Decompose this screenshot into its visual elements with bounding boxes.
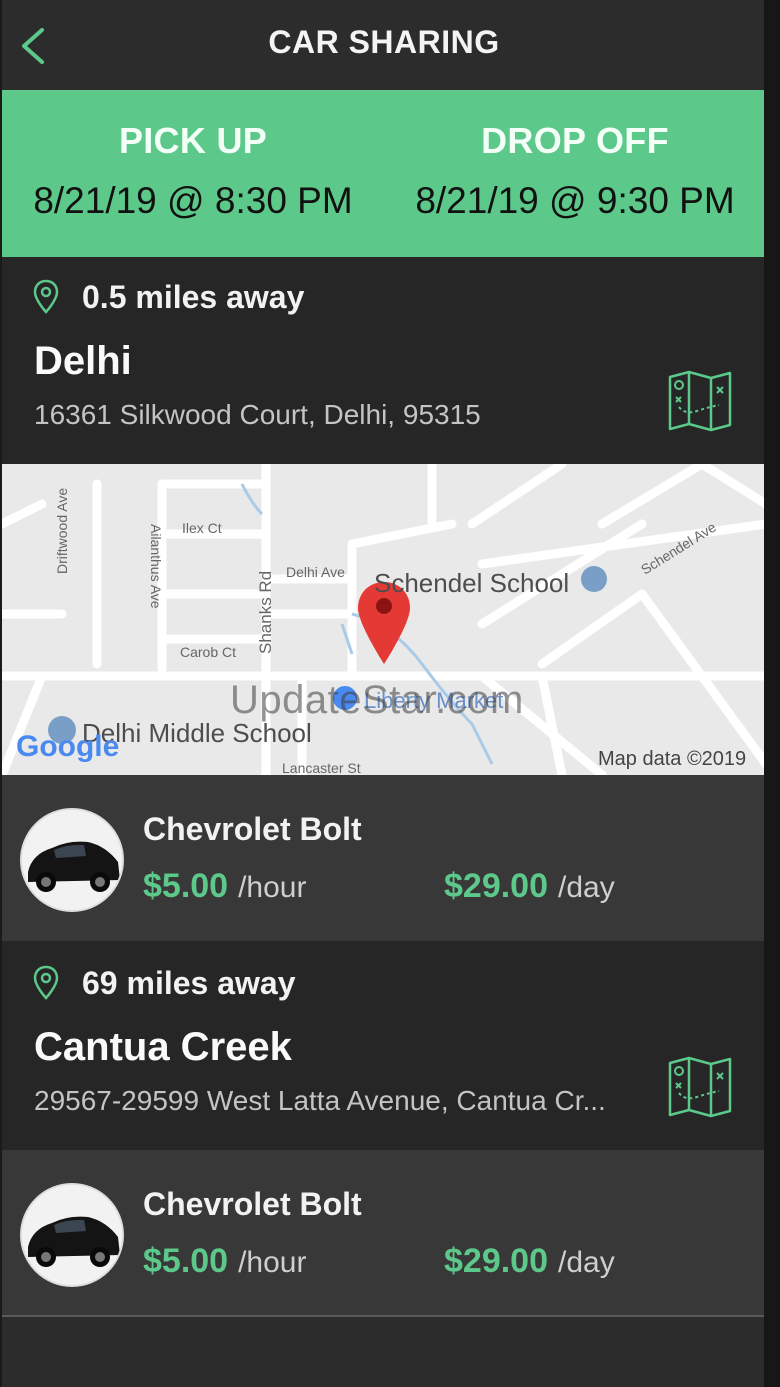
car-name: Chevrolet Bolt xyxy=(143,1186,362,1222)
daily-price: $29.00/day xyxy=(444,1242,615,1281)
watermark: UpdateStar.com xyxy=(230,678,524,722)
car-row[interactable]: Chevrolet Bolt $5.00/hour $29.00/day xyxy=(2,775,766,941)
nav-header: CAR SHARING xyxy=(2,0,766,90)
car-image xyxy=(22,810,122,910)
distance-text: 0.5 miles away xyxy=(82,278,305,315)
daily-price-value: $29.00 xyxy=(444,867,548,905)
hourly-price: $5.00/hour xyxy=(143,867,306,906)
map-school-label: Schendel School xyxy=(374,568,570,598)
map-street-label: Ailanthus Ave xyxy=(148,524,164,609)
pickup-block[interactable]: PICK UP 8/21/19 @ 8:30 PM xyxy=(2,120,384,222)
car-row[interactable]: Chevrolet Bolt $5.00/hour $29.00/day xyxy=(2,1150,766,1316)
screen-edge xyxy=(764,0,780,1387)
car-sharing-screen: CAR SHARING PICK UP 8/21/19 @ 8:30 PM DR… xyxy=(0,0,766,1387)
location-section: 69 miles away Cantua Creek 29567-29599 W… xyxy=(2,941,766,1150)
distance-row: 0.5 miles away xyxy=(32,277,304,317)
map-street-label: Lancaster St xyxy=(282,760,361,775)
map-icon[interactable] xyxy=(667,1055,733,1119)
google-logo: Google xyxy=(16,730,120,763)
car-image xyxy=(22,1185,122,1285)
car-name: Chevrolet Bolt xyxy=(143,811,362,847)
pickup-label: PICK UP xyxy=(118,120,268,161)
page-title: CAR SHARING xyxy=(268,24,500,60)
map-street-label: Ilex Ct xyxy=(182,520,222,536)
map-copyright: Map data ©2019 xyxy=(598,748,747,770)
hourly-price-value: $5.00 xyxy=(143,1242,229,1280)
car-thumbnail xyxy=(20,1183,124,1287)
car-thumbnail xyxy=(20,808,124,912)
location-pin-icon xyxy=(33,279,59,314)
daily-price-unit: /day xyxy=(558,871,615,904)
location-city: Cantua Creek xyxy=(34,1025,292,1069)
dropoff-label: DROP OFF xyxy=(481,120,669,161)
location-map[interactable]: Driftwood Ave Ailanthus Ave Ilex Ct Shan… xyxy=(2,464,766,775)
list-divider xyxy=(2,1315,766,1317)
location-address: 16361 Silkwood Court, Delhi, 95315 xyxy=(34,399,481,430)
distance-text: 69 miles away xyxy=(82,964,296,1001)
distance-row: 69 miles away xyxy=(32,963,295,1003)
dropoff-time: 8/21/19 @ 9:30 PM xyxy=(415,180,735,221)
daily-price-unit: /day xyxy=(558,1246,615,1279)
hourly-price-unit: /hour xyxy=(238,871,307,904)
daily-price-value: $29.00 xyxy=(444,1242,548,1280)
pickup-time: 8/21/19 @ 8:30 PM xyxy=(33,180,353,221)
map-street-label: Driftwood Ave xyxy=(54,487,70,574)
daily-price: $29.00/day xyxy=(444,867,615,906)
map-street-label: Carob Ct xyxy=(180,644,237,660)
map-street-label: Delhi Ave xyxy=(286,564,345,580)
location-address: 29567-29599 West Latta Avenue, Cantua Cr… xyxy=(34,1085,606,1116)
location-city: Delhi xyxy=(34,339,132,383)
location-pin-icon xyxy=(33,965,59,1000)
booking-times-banner[interactable]: PICK UP 8/21/19 @ 8:30 PM DROP OFF 8/21/… xyxy=(2,90,766,257)
map-icon[interactable] xyxy=(667,369,733,433)
location-section: 0.5 miles away Delhi 16361 Silkwood Cour… xyxy=(2,257,766,464)
hourly-price-unit: /hour xyxy=(238,1246,307,1279)
dropoff-block[interactable]: DROP OFF 8/21/19 @ 9:30 PM xyxy=(384,120,766,222)
hourly-price-value: $5.00 xyxy=(143,867,229,905)
map-street-label: Shanks Rd xyxy=(256,570,275,654)
hourly-price: $5.00/hour xyxy=(143,1242,306,1281)
